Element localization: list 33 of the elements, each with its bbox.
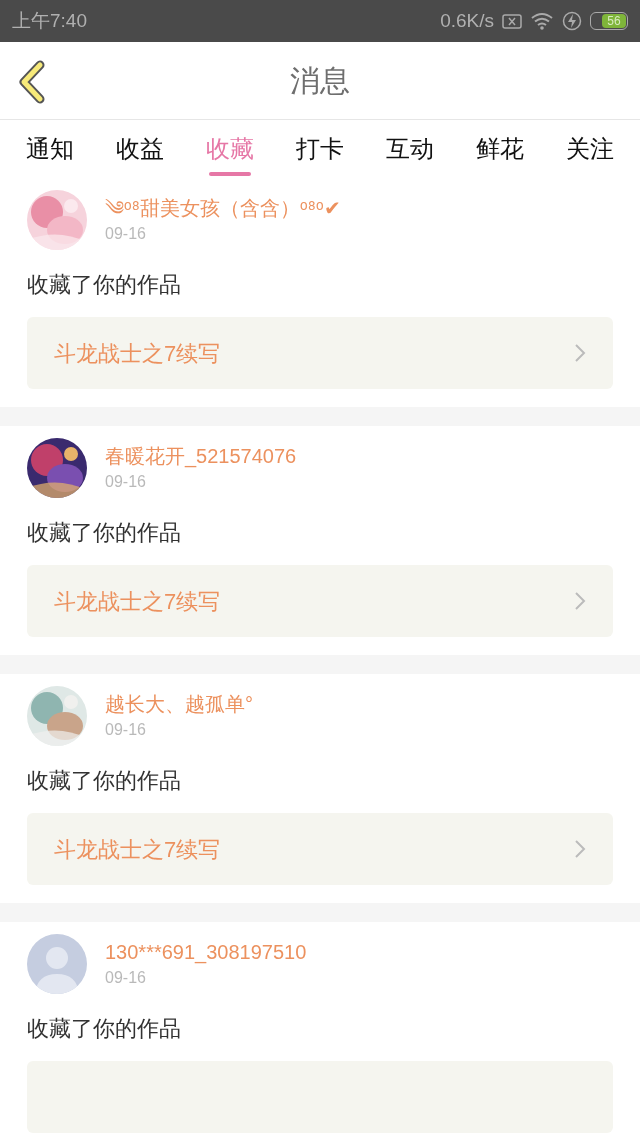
tab[interactable]: 关注: [556, 120, 624, 178]
message-date: 09-16: [105, 472, 147, 492]
work-link[interactable]: 斗龙战士之7续写: [27, 813, 613, 885]
user-name[interactable]: 越长大、越孤单°: [105, 690, 253, 718]
tab[interactable]: 通知: [16, 120, 84, 178]
battery-indicator: 56: [590, 12, 628, 30]
message-date: 09-16: [105, 720, 147, 740]
message-date: 09-16: [105, 224, 147, 244]
chevron-icon: [574, 839, 586, 859]
user-name[interactable]: 春暖花开_521574076: [105, 442, 297, 470]
message-text: 收藏了你的作品: [27, 271, 182, 299]
message-text: 收藏了你的作品: [27, 767, 182, 795]
network-speed: 0.6K/s: [440, 8, 494, 33]
avatar-icon: [27, 934, 87, 994]
status-time: 上午7:40: [12, 8, 87, 33]
user-name[interactable]: 130***691_308197510: [105, 938, 307, 966]
message-date: 09-16: [105, 968, 147, 988]
message-text: 收藏了你的作品: [27, 519, 182, 547]
message-text: 收藏了你的作品: [27, 1015, 182, 1043]
tab[interactable]: 收藏: [196, 120, 264, 178]
work-link[interactable]: 斗龙战士之7续写: [27, 317, 613, 389]
tab[interactable]: 打卡: [286, 120, 354, 178]
charging-icon: [562, 11, 582, 31]
chevron-icon: [574, 591, 586, 611]
tab[interactable]: 互动: [376, 120, 444, 178]
page-title: 消息: [290, 63, 350, 99]
user-name[interactable]: ༄ᵒ⁸甜美女孩（含含）ᵒ⁸ᵒ✔: [105, 194, 341, 222]
work-link[interactable]: 斗龙战士之7续写: [27, 565, 613, 637]
tab[interactable]: 鲜花: [466, 120, 534, 178]
chevron-icon: [574, 343, 586, 363]
tab[interactable]: 收益: [106, 120, 174, 178]
sim-icon: [502, 13, 522, 29]
wifi-icon: [530, 12, 554, 30]
